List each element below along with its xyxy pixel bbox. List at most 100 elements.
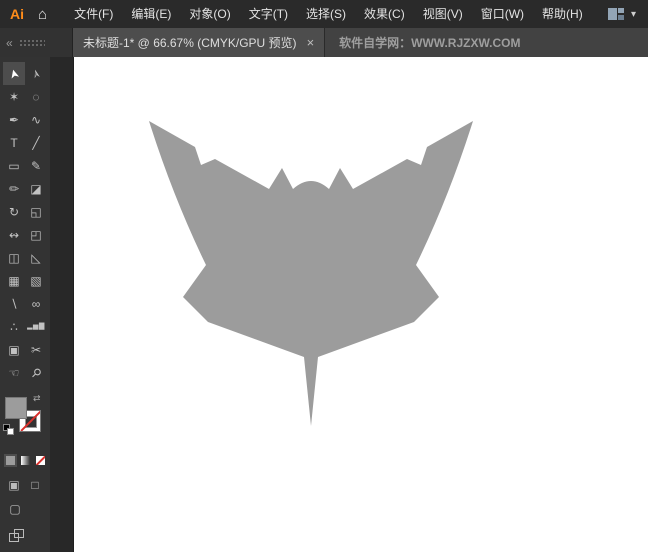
paintbrush-tool[interactable]: ✎	[25, 154, 47, 177]
tool-column: ➤ ➢ ✶ ◌ ✒ ∿ T ╱ ▭ ✎ ✏ ◪ ↻ ◱ ↭ ◰ ◫ ◺ ▦ ▧ ∖ ∞ ∴ ▂▅▇ ▣ ✂ ☜ ⚲ ⇄ ▣ □ ▢	[0, 57, 73, 552]
tab-bar-right: 软件自学网：WWW.RJZXW.COM	[325, 28, 648, 57]
draw-behind-button[interactable]: □	[27, 477, 43, 493]
document-tab-title: 未标题-1* @ 66.67% (CMYK/GPU 预览)	[83, 36, 297, 50]
close-tab-icon[interactable]: ×	[307, 35, 315, 50]
color-swatch-icon	[6, 456, 15, 465]
fill-stroke-swatches: ⇄	[2, 393, 48, 445]
shape-builder-icon: ◫	[8, 250, 20, 265]
illustrator-window: Ai ⌂ 文件(F) 编辑(E) 对象(O) 文字(T) 选择(S) 效果(C) 视图(V)…	[0, 0, 648, 552]
curvature-tool[interactable]: ∿	[25, 108, 47, 131]
selection-tool[interactable]: ➤	[3, 62, 25, 85]
color-type-row	[4, 454, 50, 467]
symbol-sprayer-icon: ∴	[10, 319, 18, 334]
mesh-tool[interactable]: ▦	[3, 269, 25, 292]
tool-panel-header: «	[0, 28, 73, 57]
collapse-panel-icon[interactable]: «	[6, 36, 13, 50]
menu-items: 文件(F) 编辑(E) 对象(O) 文字(T) 选择(S) 效果(C) 视图(V) 窗口(W)…	[65, 0, 592, 28]
pencil-icon: ✏	[8, 181, 20, 196]
direct-selection-tool[interactable]: ➢	[25, 62, 47, 85]
tool-panel: ➤ ➢ ✶ ◌ ✒ ∿ T ╱ ▭ ✎ ✏ ◪ ↻ ◱ ↭ ◰ ◫ ◺ ▦ ▧ ∖ ∞ ∴ ▂▅▇ ▣ ✂ ☜ ⚲ ⇄ ▣ □ ▢	[0, 57, 50, 552]
column-graph-tool[interactable]: ▂▅▇	[25, 315, 47, 338]
eyedropper-tool[interactable]: ∖	[3, 292, 25, 315]
type-icon: T	[10, 135, 18, 150]
symbol-sprayer-tool[interactable]: ∴	[3, 315, 25, 338]
paintbrush-icon: ✎	[30, 158, 42, 173]
menu-bar-right: ▾	[607, 8, 648, 20]
zoom-icon: ⚲	[27, 364, 45, 381]
line-segment-icon: ╱	[32, 135, 40, 150]
free-transform-tool[interactable]: ◰	[25, 223, 47, 246]
gradient-icon	[21, 456, 30, 465]
gradient-icon: ▧	[30, 273, 42, 288]
selection-icon: ➤	[5, 66, 23, 81]
menu-window[interactable]: 窗口(W)	[472, 0, 533, 28]
workspace-switcher-icon[interactable]	[607, 8, 624, 20]
rectangle-tool[interactable]: ▭	[3, 154, 25, 177]
hand-tool[interactable]: ☜	[3, 361, 25, 384]
menu-bar: Ai ⌂ 文件(F) 编辑(E) 对象(O) 文字(T) 选择(S) 效果(C) 视图(V)…	[0, 0, 648, 28]
rectangle-icon: ▭	[8, 158, 20, 173]
lasso-icon: ◌	[32, 89, 40, 104]
fill-swatch[interactable]	[5, 397, 27, 419]
draw-normal-button[interactable]: ▣	[6, 477, 22, 493]
eraser-icon: ◪	[30, 181, 42, 196]
lasso-tool[interactable]: ◌	[25, 85, 47, 108]
pencil-tool[interactable]: ✏	[3, 177, 25, 200]
zoom-tool[interactable]: ⚲	[25, 361, 47, 384]
blend-tool[interactable]: ∞	[25, 292, 47, 315]
drawing-modes-row: ▣ □	[6, 477, 50, 493]
rotate-tool[interactable]: ↻	[3, 200, 25, 223]
slice-tool[interactable]: ✂	[25, 338, 47, 361]
none-icon	[36, 456, 45, 465]
menu-object[interactable]: 对象(O)	[180, 0, 239, 28]
width-tool[interactable]: ↭	[3, 223, 25, 246]
perspective-grid-icon: ◺	[31, 250, 41, 265]
pen-tool[interactable]: ✒	[3, 108, 25, 131]
home-icon[interactable]: ⌂	[38, 6, 47, 23]
eraser-tool[interactable]: ◪	[25, 177, 47, 200]
blend-icon: ∞	[31, 296, 41, 311]
tab-bar: « 未标题-1* @ 66.67% (CMYK/GPU 预览) × 软件自学网：…	[0, 28, 648, 57]
default-colors-icon[interactable]	[3, 424, 15, 436]
line-segment-tool[interactable]: ╱	[25, 131, 47, 154]
panel-grip-icon	[18, 38, 45, 47]
type-tool[interactable]: T	[3, 131, 25, 154]
curvature-icon: ∿	[30, 112, 42, 127]
menu-effect[interactable]: 效果(C)	[355, 0, 414, 28]
free-transform-icon: ◰	[30, 227, 42, 242]
screen-mode-button[interactable]: ▢	[7, 501, 23, 517]
menu-select[interactable]: 选择(S)	[297, 0, 355, 28]
column-graph-icon: ▂▅▇	[27, 323, 45, 330]
canvas[interactable]	[73, 57, 648, 552]
perspective-grid-tool[interactable]: ◺	[25, 246, 47, 269]
magic-wand-icon: ✶	[8, 89, 20, 104]
gradient-tool[interactable]: ▧	[25, 269, 47, 292]
chevron-down-icon[interactable]: ▾	[631, 9, 636, 20]
scale-tool[interactable]: ◱	[25, 200, 47, 223]
magic-wand-tool[interactable]: ✶	[3, 85, 25, 108]
main-area: ➤ ➢ ✶ ◌ ✒ ∿ T ╱ ▭ ✎ ✏ ◪ ↻ ◱ ↭ ◰ ◫ ◺ ▦ ▧ ∖ ∞ ∴ ▂▅▇ ▣ ✂ ☜ ⚲ ⇄ ▣ □ ▢	[0, 57, 648, 552]
watermark-text: 软件自学网：WWW.RJZXW.COM	[339, 36, 521, 50]
edit-toolbar-button[interactable]	[9, 529, 24, 542]
menu-file[interactable]: 文件(F)	[65, 0, 122, 28]
width-icon: ↭	[8, 227, 20, 242]
artboard-icon: ▣	[8, 342, 20, 357]
none-button[interactable]	[34, 454, 47, 467]
wasp-logo-shape[interactable]	[149, 121, 473, 426]
hand-icon: ☜	[8, 365, 20, 380]
menu-view[interactable]: 视图(V)	[414, 0, 472, 28]
eyedropper-icon: ∖	[10, 296, 18, 311]
scale-icon: ◱	[30, 204, 42, 219]
menu-type[interactable]: 文字(T)	[240, 0, 297, 28]
swap-colors-icon[interactable]: ⇄	[33, 393, 41, 404]
gradient-button[interactable]	[19, 454, 32, 467]
document-tab[interactable]: 未标题-1* @ 66.67% (CMYK/GPU 预览) ×	[73, 28, 326, 57]
direct-selection-icon: ➢	[27, 66, 45, 81]
artboard-tool[interactable]: ▣	[3, 338, 25, 361]
shape-builder-tool[interactable]: ◫	[3, 246, 25, 269]
menu-edit[interactable]: 编辑(E)	[122, 0, 180, 28]
illustrator-logo: Ai	[10, 6, 24, 22]
color-button[interactable]	[4, 454, 17, 467]
menu-help[interactable]: 帮助(H)	[533, 0, 592, 28]
mesh-icon: ▦	[8, 273, 20, 288]
